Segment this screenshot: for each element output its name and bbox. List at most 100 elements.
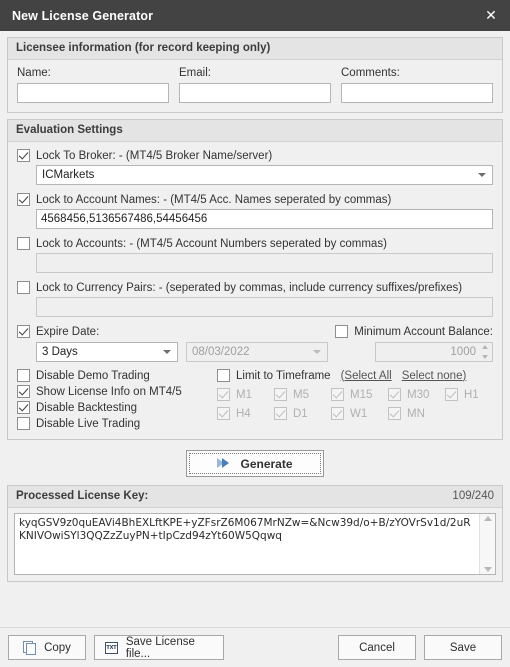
scroll-up-icon[interactable] [483,516,492,521]
stepper-arrows[interactable] [482,345,488,359]
checkbox-box [17,193,30,206]
timeframe-row-2: H4 D1 W1 MN [217,407,493,420]
lock-to-broker-label: Lock To Broker: - (MT4/5 Broker Name/ser… [36,149,273,162]
disable-backtesting-checkbox[interactable]: Disable Backtesting [17,401,217,414]
accounts-input[interactable] [36,253,493,273]
timeframe-w1-checkbox[interactable]: W1 [331,407,379,420]
checkbox-box [335,325,349,338]
timeframe-mn-checkbox[interactable]: MN [388,407,436,420]
checkbox-box [217,407,230,420]
disable-demo-trading-label: Disable Demo Trading [36,369,150,382]
disable-demo-trading-checkbox[interactable]: Disable Demo Trading [17,369,217,382]
minimum-account-balance-checkbox[interactable]: Minimum Account Balance: [335,325,493,338]
lock-to-account-names-checkbox[interactable]: Lock to Account Names: - (MT4/5 Acc. Nam… [17,193,391,206]
limit-to-timeframe-checkbox[interactable]: Limit to Timeframe [217,369,331,382]
timeframe-h4-checkbox[interactable]: H4 [217,407,265,420]
show-license-info-checkbox[interactable]: Show License Info on MT4/5 [17,385,217,398]
chevron-part [222,458,230,468]
checkbox-box [331,407,344,420]
license-generator-window: New License Generator ✕ Licensee informa… [0,0,510,667]
evaluation-group-title: Evaluation Settings [8,120,502,142]
disable-live-trading-checkbox[interactable]: Disable Live Trading [17,417,217,430]
copy-button-label: Copy [44,641,71,654]
copy-button[interactable]: Copy [8,635,86,660]
license-key-counter: 109/240 [452,490,494,502]
lock-to-accounts-checkbox[interactable]: Lock to Accounts: - (MT4/5 Account Numbe… [17,237,387,250]
timeframe-row-1: M1 M5 M15 M30 H1 [217,388,493,401]
timeframe-d1-checkbox[interactable]: D1 [274,407,322,420]
account-names-input[interactable] [36,209,493,229]
lock-to-accounts-row: Lock to Accounts: - (MT4/5 Account Numbe… [17,237,493,250]
show-license-info-label: Show License Info on MT4/5 [36,385,182,398]
minimum-balance-value: 1000 [450,346,476,358]
licensee-group-title: Licensee information (for record keeping… [8,38,502,60]
name-input[interactable] [17,83,169,103]
currency-pairs-input[interactable] [36,297,493,317]
chevron-down-icon [313,350,321,354]
save-button[interactable]: Save [424,635,502,660]
checkbox-box [17,369,30,382]
expire-duration-select[interactable]: 3 Days [36,342,178,362]
lock-to-broker-row: Lock To Broker: - (MT4/5 Broker Name/ser… [17,149,493,162]
checkbox-box [17,385,30,398]
timeframe-label: M1 [236,388,252,401]
checkbox-box [388,407,401,420]
expire-duration-value: 3 Days [42,346,78,358]
select-none-link[interactable]: Select none) [402,370,467,382]
email-label: Email: [179,67,211,79]
generate-button-label: Generate [240,456,293,471]
broker-select[interactable]: ICMarkets [36,165,493,185]
license-key-textarea[interactable]: kyqGSV9z0quEAVi4BhEXLftKPE+yZFsrZ6M067Mr… [14,513,496,575]
license-key-scrollbar[interactable] [479,514,495,574]
save-license-file-label: Save License file... [125,635,195,660]
expire-and-balance-controls-row: 3 Days 08/03/2022 1000 [17,342,493,362]
name-label: Name: [17,67,51,79]
stepper-up-icon[interactable] [482,345,488,349]
expire-date-checkbox[interactable]: Expire Date: [17,325,99,338]
comments-field-group: Comments: [341,67,493,103]
timeframe-m1-checkbox[interactable]: M1 [217,388,265,401]
timeframe-label: H4 [236,407,251,420]
save-license-file-button[interactable]: TXT Save License file... [94,635,224,660]
generate-button[interactable]: Generate [186,450,324,477]
select-all-link[interactable]: (Select All [341,370,392,382]
email-input[interactable] [179,83,331,103]
timeframe-label: M15 [350,388,373,401]
processed-license-key-group: Processed License Key: 109/240 kyqGSV9z0… [7,485,503,582]
disable-live-trading-label: Disable Live Trading [36,417,141,430]
text-file-icon: TXT [105,641,118,654]
stepper-down-icon[interactable] [482,355,488,359]
account-names-input-wrap [17,209,493,229]
checkbox-box [217,388,230,401]
expire-and-balance-header-row: Expire Date: Minimum Account Balance: [17,325,493,338]
close-icon[interactable]: ✕ [474,1,508,30]
checkbox-box [274,388,287,401]
checkbox-box [331,388,344,401]
timeframe-header-row: Limit to Timeframe (Select All Select no… [217,369,493,382]
limit-to-timeframe-label: Limit to Timeframe [236,369,331,382]
lock-to-currency-pairs-label: Lock to Currency Pairs: - (seperated by … [36,281,463,294]
lock-to-broker-checkbox[interactable]: Lock To Broker: - (MT4/5 Broker Name/ser… [17,149,272,162]
minimum-balance-stepper[interactable]: 1000 [375,342,493,362]
checkbox-box [17,281,30,294]
timeframe-m15-checkbox[interactable]: M15 [331,388,379,401]
window-title: New License Generator [12,8,154,23]
expire-date-picker[interactable]: 08/03/2022 [186,342,328,362]
minimum-account-balance-label: Minimum Account Balance: [354,325,493,338]
timeframe-m30-checkbox[interactable]: M30 [388,388,436,401]
cancel-button[interactable]: Cancel [338,635,416,660]
checkbox-box [17,149,30,162]
copy-icon [23,641,37,655]
generate-button-wrap: Generate [7,450,503,477]
timeframe-h1-checkbox[interactable]: H1 [445,388,493,401]
lock-to-currency-pairs-checkbox[interactable]: Lock to Currency Pairs: - (seperated by … [17,281,462,294]
lock-to-account-names-row: Lock to Account Names: - (MT4/5 Acc. Nam… [17,193,493,206]
scroll-down-icon[interactable] [483,567,492,572]
timeframe-label: H1 [464,388,479,401]
comments-input[interactable] [341,83,493,103]
licensee-fields-row: Name: Email: Comments: [17,67,493,103]
dialog-body: Licensee information (for record keeping… [0,31,510,627]
timeframe-m5-checkbox[interactable]: M5 [274,388,322,401]
checkbox-box [217,369,230,382]
toggle-options-column: Disable Demo Trading Show License Info o… [17,369,217,430]
